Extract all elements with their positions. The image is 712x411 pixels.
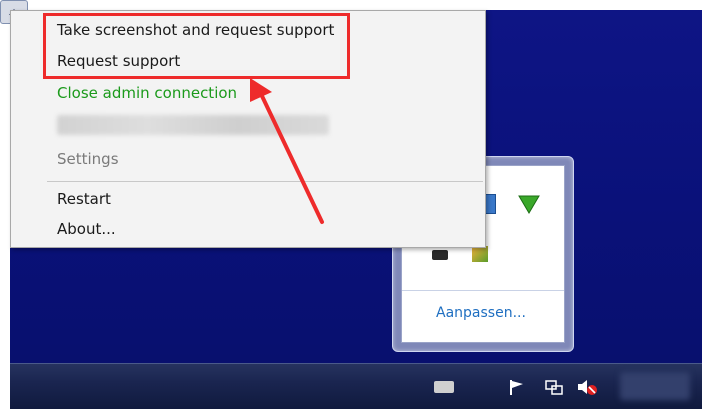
keyboard-icon[interactable] [434, 381, 454, 393]
menu-item-close-admin-connection[interactable]: Close admin connection [57, 84, 237, 102]
network-icon[interactable] [544, 378, 564, 396]
green-triangle-icon[interactable] [518, 194, 540, 214]
shield-icon[interactable] [472, 246, 488, 262]
menu-separator [47, 181, 483, 182]
menu-item-redacted[interactable] [57, 115, 329, 135]
menu-item-restart[interactable]: Restart [57, 190, 111, 208]
highlight-box [43, 13, 350, 79]
tray-separator [402, 290, 564, 291]
remote-icon[interactable] [432, 250, 448, 260]
flag-icon[interactable] [508, 378, 526, 396]
menu-item-about[interactable]: About... [57, 220, 116, 238]
volume-muted-icon[interactable] [576, 378, 598, 396]
taskbar-clock-redacted[interactable] [620, 372, 690, 400]
screenshot-stage: Aanpassen... Take screenshot and request… [0, 0, 712, 411]
menu-item-settings: Settings [57, 150, 119, 168]
taskbar [10, 363, 702, 409]
customize-link[interactable]: Aanpassen... [436, 305, 526, 321]
